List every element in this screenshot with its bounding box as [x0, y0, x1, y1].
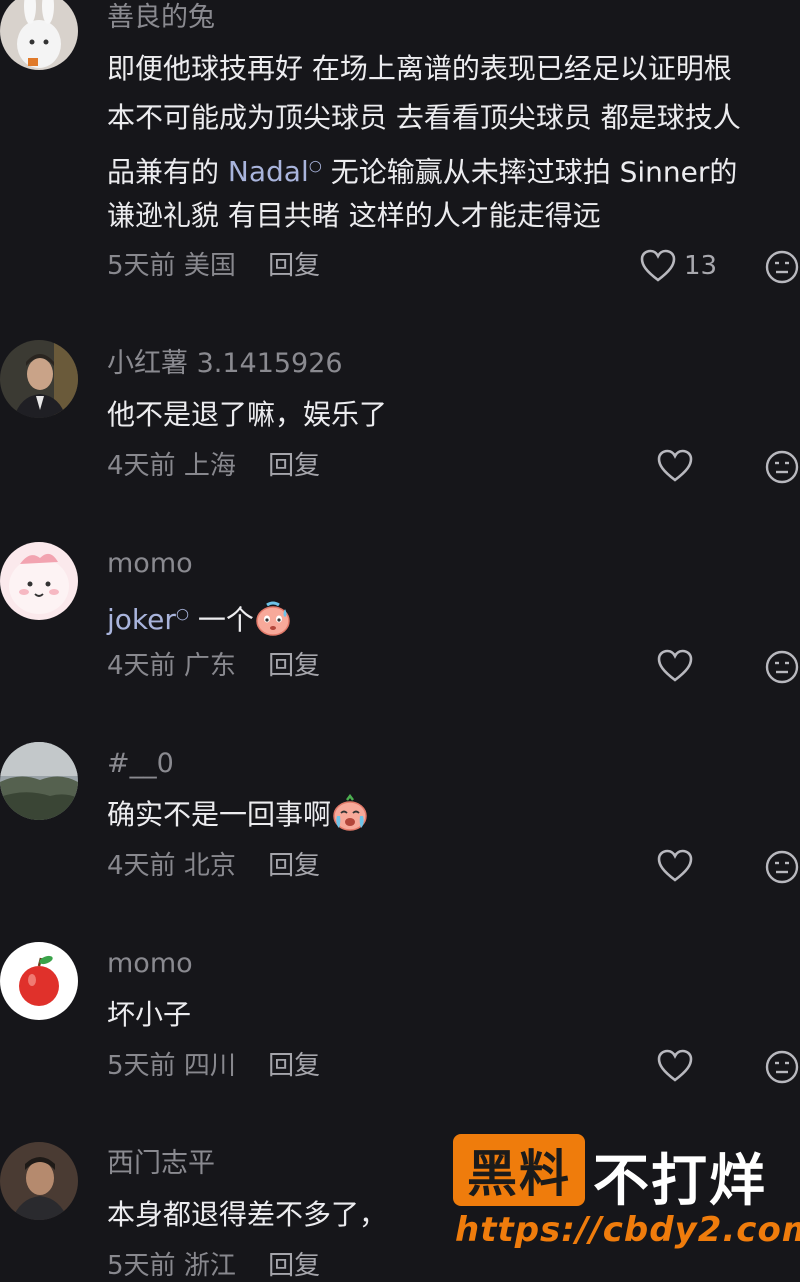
avatar[interactable]: [0, 1142, 78, 1220]
heart-icon: [657, 449, 693, 483]
comment-line-text: 确实不是一回事啊: [107, 798, 332, 831]
reply-button[interactable]: 回复: [268, 251, 320, 281]
comment-text: 即便他球技再好 在场上离谱的表现已经足以证明根 本不可能成为顶尖球员 去看看顶尖…: [107, 44, 797, 240]
like-button[interactable]: 13: [640, 249, 717, 283]
comment-meta: 4天前 广东 回复: [107, 650, 320, 682]
like-button[interactable]: [657, 649, 693, 683]
like-button[interactable]: [657, 449, 693, 483]
comment-location: 广东: [183, 651, 236, 681]
comment-meta: 5天前 浙江 回复: [107, 1250, 320, 1282]
watermark-title: 不打烊: [593, 1149, 767, 1214]
sweat-face-emoji-icon: [254, 599, 292, 637]
comment-line: 坏小子: [107, 998, 192, 1031]
heart-icon: [657, 1049, 693, 1083]
avatar[interactable]: [0, 742, 78, 820]
comment-location: 浙江: [183, 1251, 236, 1281]
comment-line: 即便他球技再好 在场上离谱的表现已经足以证明根: [107, 52, 732, 85]
heart-icon: [657, 649, 693, 683]
dislike-face-icon[interactable]: [764, 249, 800, 285]
comment-meta: 5天前 四川 回复: [107, 1050, 320, 1082]
reply-button[interactable]: 回复: [268, 851, 320, 881]
comment-username[interactable]: 小红薯 3.1415926: [107, 348, 343, 380]
comment-location: 上海: [183, 451, 236, 481]
comment-text: 坏小子: [107, 990, 797, 1039]
watermark-url: https://cbdy2.com: [455, 1210, 800, 1250]
avatar[interactable]: [0, 942, 78, 1020]
dislike-face-icon[interactable]: [764, 449, 800, 485]
comment-line: 本不可能成为顶尖球员 去看看顶尖球员 都是球技人: [107, 101, 741, 134]
comment-location: 四川: [183, 1051, 236, 1081]
comment-text: 确实不是一回事啊: [107, 790, 797, 839]
like-button[interactable]: [657, 1049, 693, 1083]
search-icon: ○: [308, 157, 322, 175]
comment-line: 谦逊礼貌 有目共睹 这样的人才能走得远: [107, 199, 601, 232]
comment-line: joker○ 一个: [107, 590, 797, 639]
comment-meta: 4天前 北京 回复: [107, 850, 320, 882]
comment-time: 4天前: [107, 851, 176, 881]
like-count: 13: [684, 251, 718, 281]
mention-text[interactable]: Nadal: [228, 155, 309, 188]
watermark: 黑料 不打烊 https://cbdy2.com: [453, 1134, 800, 1279]
mention-link[interactable]: Nadal○: [228, 155, 322, 188]
comment-username[interactable]: momo: [107, 548, 193, 580]
avatar[interactable]: [0, 340, 78, 418]
reply-button[interactable]: 回复: [268, 651, 320, 681]
comment-username[interactable]: #__0: [107, 748, 174, 780]
comment-time: 5天前: [107, 1051, 176, 1081]
comment-username[interactable]: 善良的兔: [107, 2, 215, 34]
comment-text: joker○ 一个: [107, 590, 797, 639]
mention-link[interactable]: joker○: [107, 603, 189, 636]
dislike-face-icon[interactable]: [764, 649, 800, 685]
reply-button[interactable]: 回复: [268, 1051, 320, 1081]
heart-icon: [640, 249, 676, 283]
reply-button[interactable]: 回复: [268, 1251, 320, 1281]
comment-time: 4天前: [107, 451, 176, 481]
heart-icon: [657, 849, 693, 883]
comment-time: 5天前: [107, 1251, 176, 1281]
crying-face-emoji-icon: [331, 794, 369, 832]
dislike-face-icon[interactable]: [764, 1049, 800, 1085]
comment-meta: 5天前 美国 回复: [107, 250, 320, 282]
comment-line-text: 品兼有的: [107, 155, 228, 189]
comment-username[interactable]: momo: [107, 948, 193, 980]
avatar[interactable]: [0, 542, 78, 620]
comment-line: 确实不是一回事啊: [107, 790, 797, 839]
comment-time: 4天前: [107, 651, 176, 681]
watermark-badge: 黑料: [453, 1134, 585, 1206]
comment-text: 他不是退了嘛，娱乐了: [107, 390, 797, 439]
comment-time: 5天前: [107, 251, 176, 281]
comment-location: 北京: [183, 851, 236, 881]
dislike-face-icon[interactable]: [764, 849, 800, 885]
mention-text[interactable]: joker: [107, 603, 176, 636]
comment-line: 品兼有的 Nadal○ 无论输赢从未摔过球拍 Sinner的: [107, 142, 797, 191]
comment-username[interactable]: 西门志平: [107, 1148, 215, 1180]
comment-line-text: 无论输赢从未摔过球拍 Sinner的: [321, 155, 738, 189]
comment-meta: 4天前 上海 回复: [107, 450, 320, 482]
comment-line-text: 一个: [188, 603, 254, 637]
reply-button[interactable]: 回复: [268, 451, 320, 481]
avatar[interactable]: [0, 0, 78, 70]
like-button[interactable]: [657, 849, 693, 883]
comment-location: 美国: [183, 251, 236, 281]
search-icon: ○: [175, 605, 189, 623]
comment-line: 他不是退了嘛，娱乐了: [107, 398, 388, 431]
